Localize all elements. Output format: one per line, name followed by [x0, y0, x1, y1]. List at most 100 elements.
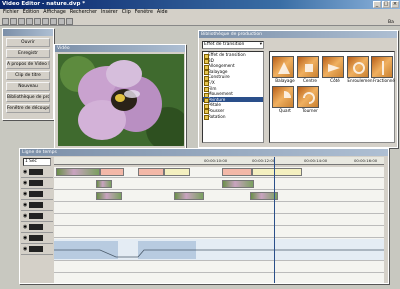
speaker-icon[interactable]: ◉ [23, 235, 27, 241]
library-button[interactable]: Bibliothèque de productio [6, 93, 50, 102]
paste-tool-icon[interactable] [42, 17, 49, 25]
clip-overlay-2[interactable] [222, 180, 254, 188]
undo-tool-icon[interactable] [50, 17, 57, 25]
track-header-title[interactable]: ◉ [21, 211, 53, 222]
film-icon [29, 180, 44, 186]
timeline-title: Ligne de temps [20, 149, 388, 156]
track-header-video[interactable]: ◉ [21, 167, 53, 178]
maximize-button[interactable]: □ [382, 1, 390, 8]
about-button[interactable]: A propos de Video Ed [6, 60, 50, 69]
ruler-tick-2: 00:00:12:00 [252, 158, 276, 163]
cut-tool-icon[interactable] [26, 17, 33, 25]
track-music[interactable] [54, 262, 384, 273]
preview-title: Vidéo [55, 45, 185, 52]
cut-window-button[interactable]: Fenêtre de découpe [6, 104, 50, 113]
menu-search[interactable]: Rechercher [70, 9, 97, 17]
volume-envelope[interactable] [54, 239, 384, 261]
title-clip-button[interactable]: Clip de titre [6, 71, 50, 80]
quarter-icon [284, 91, 291, 98]
playhead[interactable] [274, 157, 275, 283]
thumb-split[interactable]: Fractionné [371, 56, 397, 83]
clip-overlay-1[interactable] [96, 180, 112, 188]
properties-tool-icon[interactable] [58, 17, 65, 25]
thumb-split-label: Fractionné [373, 78, 395, 83]
tree-item-rotation[interactable]: Rotation [203, 114, 263, 120]
thumb-center[interactable]: Centre [297, 56, 323, 83]
clip-video-1[interactable] [56, 168, 100, 176]
eye-icon[interactable]: ◉ [23, 202, 27, 208]
toolbar [0, 17, 400, 26]
clip-transition-1[interactable] [100, 168, 124, 176]
film-icon [29, 224, 44, 230]
track-header-title2[interactable]: ◉ [21, 222, 53, 233]
wipe-icon [278, 62, 290, 74]
ruler-tick-3: 00:00:14:00 [304, 158, 328, 163]
eye-icon[interactable]: ◉ [23, 213, 27, 219]
menu-view[interactable]: Affichage [43, 9, 66, 17]
menu-clip[interactable]: Clip [122, 9, 131, 17]
track-area[interactable] [54, 157, 384, 283]
thumb-roll[interactable]: Enroulemen [347, 56, 373, 83]
scale-combo[interactable]: 1 Sec [23, 158, 51, 166]
track-header-transition[interactable]: ◉ [21, 178, 53, 189]
track-audio[interactable] [54, 239, 384, 261]
track-header-overlay2[interactable]: ◉ [21, 200, 53, 211]
eye-icon[interactable]: ◉ [23, 191, 27, 197]
save-tool-icon[interactable] [18, 17, 25, 25]
left-menu-title [3, 29, 53, 36]
clip-transition-2[interactable] [138, 168, 164, 176]
new-tool-icon[interactable] [2, 17, 9, 25]
left-menu-panel: Ouvrir Enregistr A propos de Video Ed Cl… [2, 28, 54, 120]
menu-edit[interactable]: Édition [23, 9, 40, 17]
track-overlay[interactable] [54, 191, 384, 202]
clip-video-3[interactable] [252, 168, 302, 176]
thumb-wipe[interactable]: Balayage [272, 56, 298, 83]
track-title2[interactable] [54, 227, 384, 238]
film-icon [29, 191, 44, 197]
track-video[interactable] [54, 167, 384, 178]
preview-video-frame [58, 54, 184, 146]
speaker-icon[interactable]: ◉ [23, 246, 27, 252]
open-tool-icon[interactable] [10, 17, 17, 25]
thumb-turn-label: Tourner [302, 108, 318, 113]
time-ruler[interactable]: 00:00:10:00 00:00:12:00 00:00:14:00 00:0… [54, 157, 384, 165]
eye-icon[interactable]: ◉ [23, 224, 27, 230]
library-window: Bibliothèque de production Effet de tran… [198, 30, 398, 148]
track-title[interactable] [54, 215, 384, 226]
clip-transition-3[interactable] [222, 168, 252, 176]
print-tool-icon[interactable] [66, 17, 73, 25]
menu-help[interactable]: Aide [157, 9, 168, 17]
window-controls: _ □ × [373, 1, 399, 8]
thumb-quarter[interactable]: Quart [272, 86, 298, 113]
clip-overlay-4[interactable] [174, 192, 204, 200]
category-combo[interactable]: Effet de transition ▾ [202, 41, 264, 49]
menu-file[interactable]: Fichier [3, 9, 19, 17]
thumb-turn[interactable]: Tourner [297, 86, 323, 113]
track-header-music[interactable]: ◉ [21, 244, 53, 255]
copy-tool-icon[interactable] [34, 17, 41, 25]
track-header-voice[interactable]: ◉ [21, 233, 53, 244]
eye-icon[interactable]: ◉ [23, 169, 27, 175]
eye-icon[interactable]: ◉ [23, 180, 27, 186]
open-button[interactable]: Ouvrir [6, 38, 50, 47]
track-header-overlay[interactable]: ◉ [21, 189, 53, 200]
track-overlay2[interactable] [54, 203, 384, 214]
thumb-wipe-image [272, 56, 294, 78]
new-button[interactable]: Nouveau [6, 82, 50, 91]
thumb-center-label: Centre [302, 78, 317, 83]
close-button[interactable]: × [391, 1, 399, 8]
center-icon [305, 64, 313, 72]
thumb-side[interactable]: Côté [322, 56, 348, 83]
roll-icon [353, 62, 365, 74]
chevron-down-icon[interactable]: ▾ [260, 42, 262, 48]
menu-insert[interactable]: Insérer [101, 9, 118, 17]
clip-overlay-3[interactable] [96, 192, 122, 200]
save-button[interactable]: Enregistr [6, 49, 50, 58]
minimize-button[interactable]: _ [373, 1, 381, 8]
track-headers: ◉ ◉ ◉ ◉ ◉ ◉ ◉ ◉ [21, 167, 53, 283]
track-transition[interactable] [54, 179, 384, 190]
menu-window[interactable]: Fenêtre [135, 9, 153, 17]
audio-icon [29, 235, 44, 241]
ruler-tick-1: 00:00:10:00 [204, 158, 228, 163]
clip-video-2[interactable] [164, 168, 190, 176]
